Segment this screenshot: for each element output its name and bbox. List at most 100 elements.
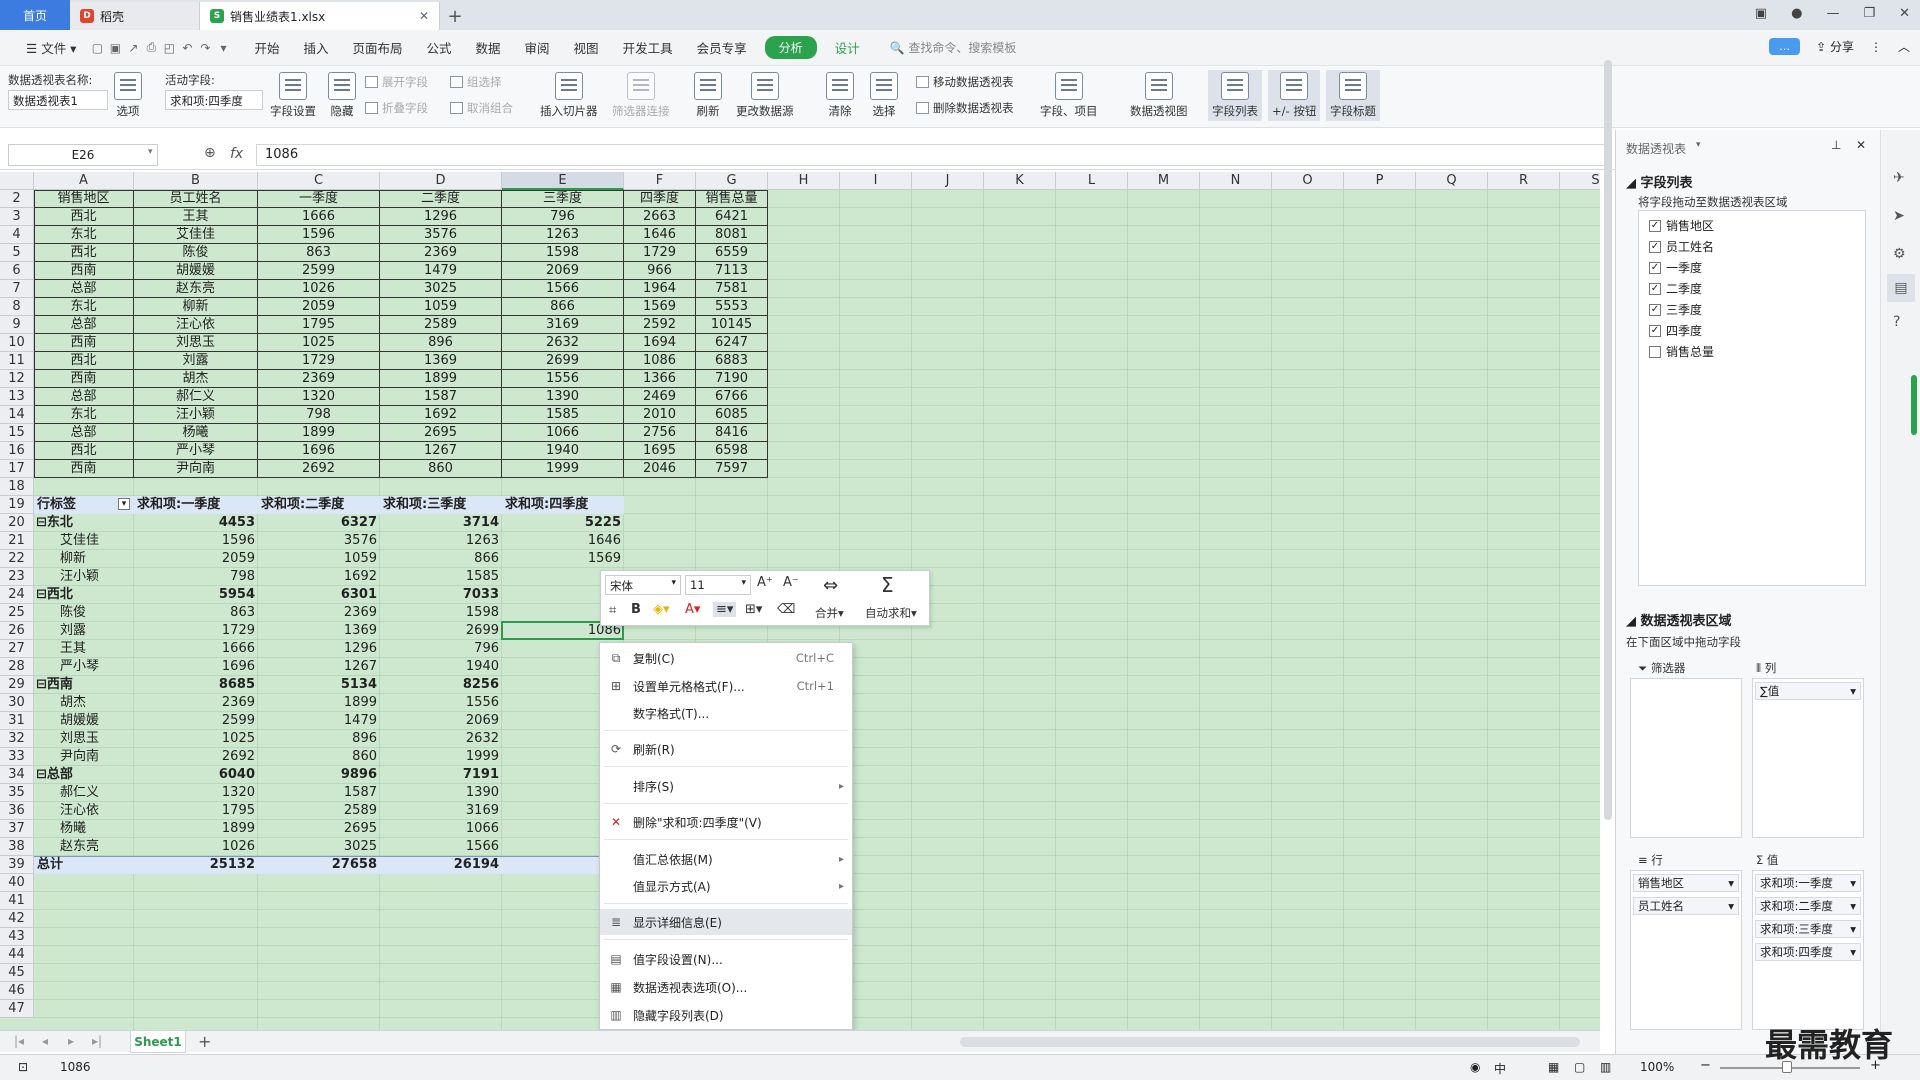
row-header[interactable]: 12 (0, 370, 34, 388)
row-header[interactable]: 43 (0, 928, 34, 946)
pivot-value-cell[interactable]: 1479 (258, 712, 380, 730)
preview-icon[interactable]: ◰ (160, 41, 178, 55)
row-header[interactable]: 29 (0, 676, 34, 694)
pivot-value-cell[interactable]: 863 (134, 604, 258, 622)
pivot-value-cell[interactable]: 1296 (258, 640, 380, 658)
source-table-cell[interactable]: 2756 (624, 424, 696, 442)
first-sheet-icon[interactable]: |◂ (14, 1034, 24, 1048)
pivot-value-cell[interactable]: 1729 (134, 622, 258, 640)
field-item[interactable]: ✓ 三季度 (1649, 301, 1702, 318)
source-table-cell[interactable]: 8081 (696, 226, 768, 244)
pivot-value-cell[interactable]: 2059 (134, 550, 258, 568)
source-table-cell[interactable]: 1598 (502, 244, 624, 262)
refresh-menu-item[interactable]: ⟳ 刷新(R) (600, 736, 852, 762)
source-table-cell[interactable]: 1556 (502, 370, 624, 388)
source-table-cell[interactable]: 1899 (258, 424, 380, 442)
redo-icon[interactable]: ↷ (196, 41, 214, 55)
pivot-header-cell[interactable]: 求和项:四季度 (502, 496, 624, 514)
source-table-cell[interactable]: 1086 (624, 352, 696, 370)
row-header[interactable]: 45 (0, 964, 34, 982)
rows-area[interactable]: 销售地区 ▾ 员工姓名 ▾ (1630, 870, 1742, 1030)
source-table-cell[interactable]: 1729 (258, 352, 380, 370)
font-size-select[interactable]: 11 ▾ (685, 575, 751, 595)
source-table-cell[interactable]: 总部 (34, 280, 134, 298)
row-header[interactable]: 13 (0, 388, 34, 406)
row-label-filter-icon[interactable]: ▾ (118, 498, 130, 510)
source-table-cell[interactable]: 严小琴 (134, 442, 258, 460)
pivot-value-cell[interactable]: 8256 (380, 676, 502, 694)
row-header[interactable]: 3 (0, 208, 34, 226)
source-table-cell[interactable]: 2069 (502, 262, 624, 280)
align-center-icon[interactable]: ≡▾ (713, 602, 737, 617)
prev-sheet-icon[interactable]: ◂ (42, 1034, 48, 1048)
pivot-item-label[interactable]: 陈俊 (34, 604, 134, 622)
row-header[interactable]: 38 (0, 838, 34, 856)
pivot-value-cell[interactable]: 1066 (380, 820, 502, 838)
source-table-cell[interactable]: 赵东亮 (134, 280, 258, 298)
row-header[interactable]: 2 (0, 190, 34, 208)
source-table-cell[interactable]: 8416 (696, 424, 768, 442)
pivot-value-cell[interactable]: 9896 (258, 766, 380, 784)
menu-insert[interactable]: 插入 (291, 38, 340, 57)
source-table-cell[interactable]: 966 (624, 262, 696, 280)
values-area[interactable]: 求和项:一季度 ▾ 求和项:二季度 ▾ 求和项:三季度 ▾ 求和项:四季度 ▾ (1752, 870, 1864, 1030)
column-header[interactable]: O (1272, 172, 1344, 190)
source-table-cell[interactable]: 1059 (380, 298, 502, 316)
font-color-icon[interactable]: A▾ (685, 602, 700, 617)
pivot-value-cell[interactable]: 2069 (380, 712, 502, 730)
area-field-item[interactable]: 求和项:二季度 ▾ (1755, 897, 1861, 915)
source-table-cell[interactable]: 总部 (34, 424, 134, 442)
field-checkbox[interactable]: ✓ (1649, 324, 1661, 337)
source-table-cell[interactable]: 刘露 (134, 352, 258, 370)
export-icon[interactable]: ↗ (124, 41, 142, 55)
source-table-cell[interactable]: 西南 (34, 460, 134, 478)
rocket-icon[interactable]: ✈ (1893, 170, 1905, 186)
pivot-group-label[interactable]: ⊟西南 (34, 676, 134, 694)
pivot-item-label[interactable]: 刘露 (34, 622, 134, 640)
row-header[interactable]: 9 (0, 316, 34, 334)
help-icon[interactable]: ? (1893, 314, 1900, 330)
source-table-cell[interactable]: 6085 (696, 406, 768, 424)
row-header[interactable]: 4 (0, 226, 34, 244)
new-tab-button[interactable]: + (440, 2, 470, 30)
source-table-cell[interactable]: 2469 (624, 388, 696, 406)
panel-title[interactable]: 数据透视表 (1626, 140, 1686, 157)
source-table-cell[interactable]: 西北 (34, 352, 134, 370)
column-header[interactable]: G (696, 172, 768, 190)
field-headers-button[interactable]: 字段标题 (1326, 70, 1380, 121)
pivot-header-cell[interactable]: 求和项:一季度 (134, 496, 258, 514)
row-header[interactable]: 26 (0, 622, 34, 640)
menu-developer[interactable]: 开发工具 (611, 38, 685, 57)
font-select[interactable]: 宋体 ▾ (605, 575, 681, 595)
source-table-cell[interactable]: 1696 (258, 442, 380, 460)
pivot-item-label[interactable]: 刘思玉 (34, 730, 134, 748)
copy-menu-item[interactable]: ⧉ 复制(C) Ctrl+C (600, 645, 852, 671)
pivot-total-label[interactable]: 总计 (34, 856, 134, 874)
source-table-cell[interactable]: 2369 (258, 370, 380, 388)
row-header[interactable]: 23 (0, 568, 34, 586)
vertical-scrollbar[interactable] (1604, 60, 1612, 820)
pivot-name-input[interactable]: 数据透视表1 (8, 90, 108, 110)
select-all-corner[interactable] (0, 172, 34, 190)
select-button[interactable]: 选择 (870, 72, 898, 119)
delete-pivot-button[interactable]: 删除数据透视表 (916, 100, 1014, 116)
window-list-icon[interactable]: ▣ (1755, 6, 1767, 21)
source-table-cell[interactable]: 胡杰 (134, 370, 258, 388)
clear-format-icon[interactable]: ⌫ (777, 602, 795, 617)
row-header[interactable]: 17 (0, 460, 34, 478)
number-format-menu-item[interactable]: 数字格式(T)... (600, 700, 852, 726)
source-table-cell[interactable]: 2059 (258, 298, 380, 316)
source-table-header[interactable]: 销售地区 (34, 190, 134, 208)
row-header[interactable]: 46 (0, 982, 34, 1000)
menu-page-layout[interactable]: 页面布局 (340, 38, 414, 57)
column-header[interactable]: H (768, 172, 840, 190)
shrink-font-icon[interactable]: A⁻ (783, 575, 799, 590)
sheet-tab-sheet1[interactable]: Sheet1 (130, 1031, 186, 1053)
pivot-value-cell[interactable]: 1596 (134, 532, 258, 550)
pivot-value-cell[interactable]: 5954 (134, 586, 258, 604)
insert-slicer-button[interactable]: 插入切片器 (540, 72, 598, 119)
source-table-cell[interactable]: 1569 (624, 298, 696, 316)
source-table-cell[interactable]: 1596 (258, 226, 380, 244)
hide-button[interactable]: 隐藏 (328, 72, 356, 119)
area-field-item[interactable]: 求和项:四季度 ▾ (1755, 943, 1861, 961)
